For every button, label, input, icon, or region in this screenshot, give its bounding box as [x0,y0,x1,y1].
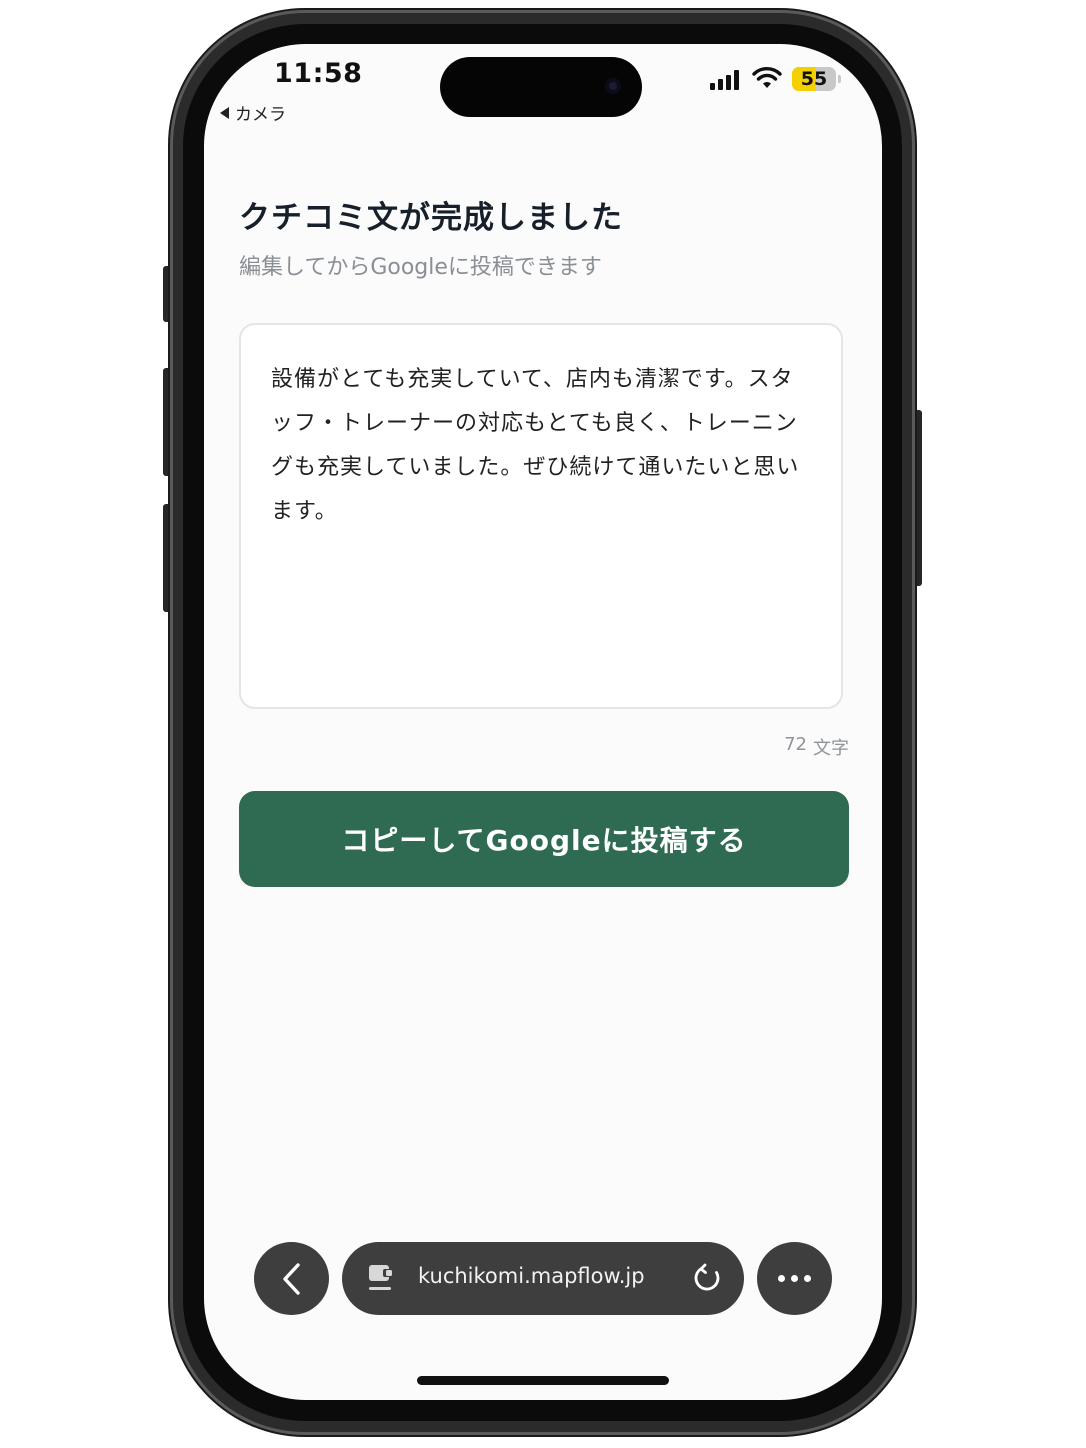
char-count: 72 文字 [784,734,849,760]
back-triangle-icon [220,106,229,119]
battery-cap [838,75,841,83]
phone-screen: 11:58 カメラ 55 クチコミ文が完成しました 編集してからGoogleに投… [204,44,882,1400]
copy-and-post-button[interactable]: コピーしてGoogleに投稿する [239,791,849,887]
front-camera-icon [605,78,621,94]
wifi-icon [752,67,782,88]
back-to-app-label: カメラ [235,105,286,125]
battery-level: 55 [800,68,828,90]
status-time: 11:58 [274,58,363,89]
page-subtitle: 編集してからGoogleに投稿できます [239,255,602,280]
more-button[interactable] [757,1242,832,1315]
home-indicator[interactable] [417,1376,669,1385]
review-text: 設備がとても充実していて、店内も清潔です。スタッフ・トレーナーの対応もとても良く… [271,367,800,524]
char-count-unit: 文字 [813,738,849,759]
device-stage: 11:58 カメラ 55 クチコミ文が完成しました 編集してからGoogleに投… [0,0,1086,1448]
site-settings-icon [369,1265,392,1290]
page-title: クチコミ文が完成しました [239,200,623,236]
chevron-left-icon [282,1262,300,1295]
cellular-signal-icon [710,68,739,90]
review-textarea[interactable]: 設備がとても充実していて、店内も清潔です。スタッフ・トレーナーの対応もとても良く… [239,323,843,709]
more-icon [778,1275,785,1282]
url-text: kuchikomi.mapflow.jp [418,1264,645,1288]
more-icon [804,1275,811,1282]
back-to-app-link[interactable]: カメラ [220,100,286,125]
more-icon [791,1275,798,1282]
browser-back-button[interactable] [254,1242,329,1315]
reload-icon[interactable] [692,1262,724,1294]
battery-icon: 55 [792,67,836,91]
dynamic-island [440,57,642,117]
char-count-value: 72 [784,734,807,755]
address-bar[interactable]: kuchikomi.mapflow.jp [342,1242,744,1315]
